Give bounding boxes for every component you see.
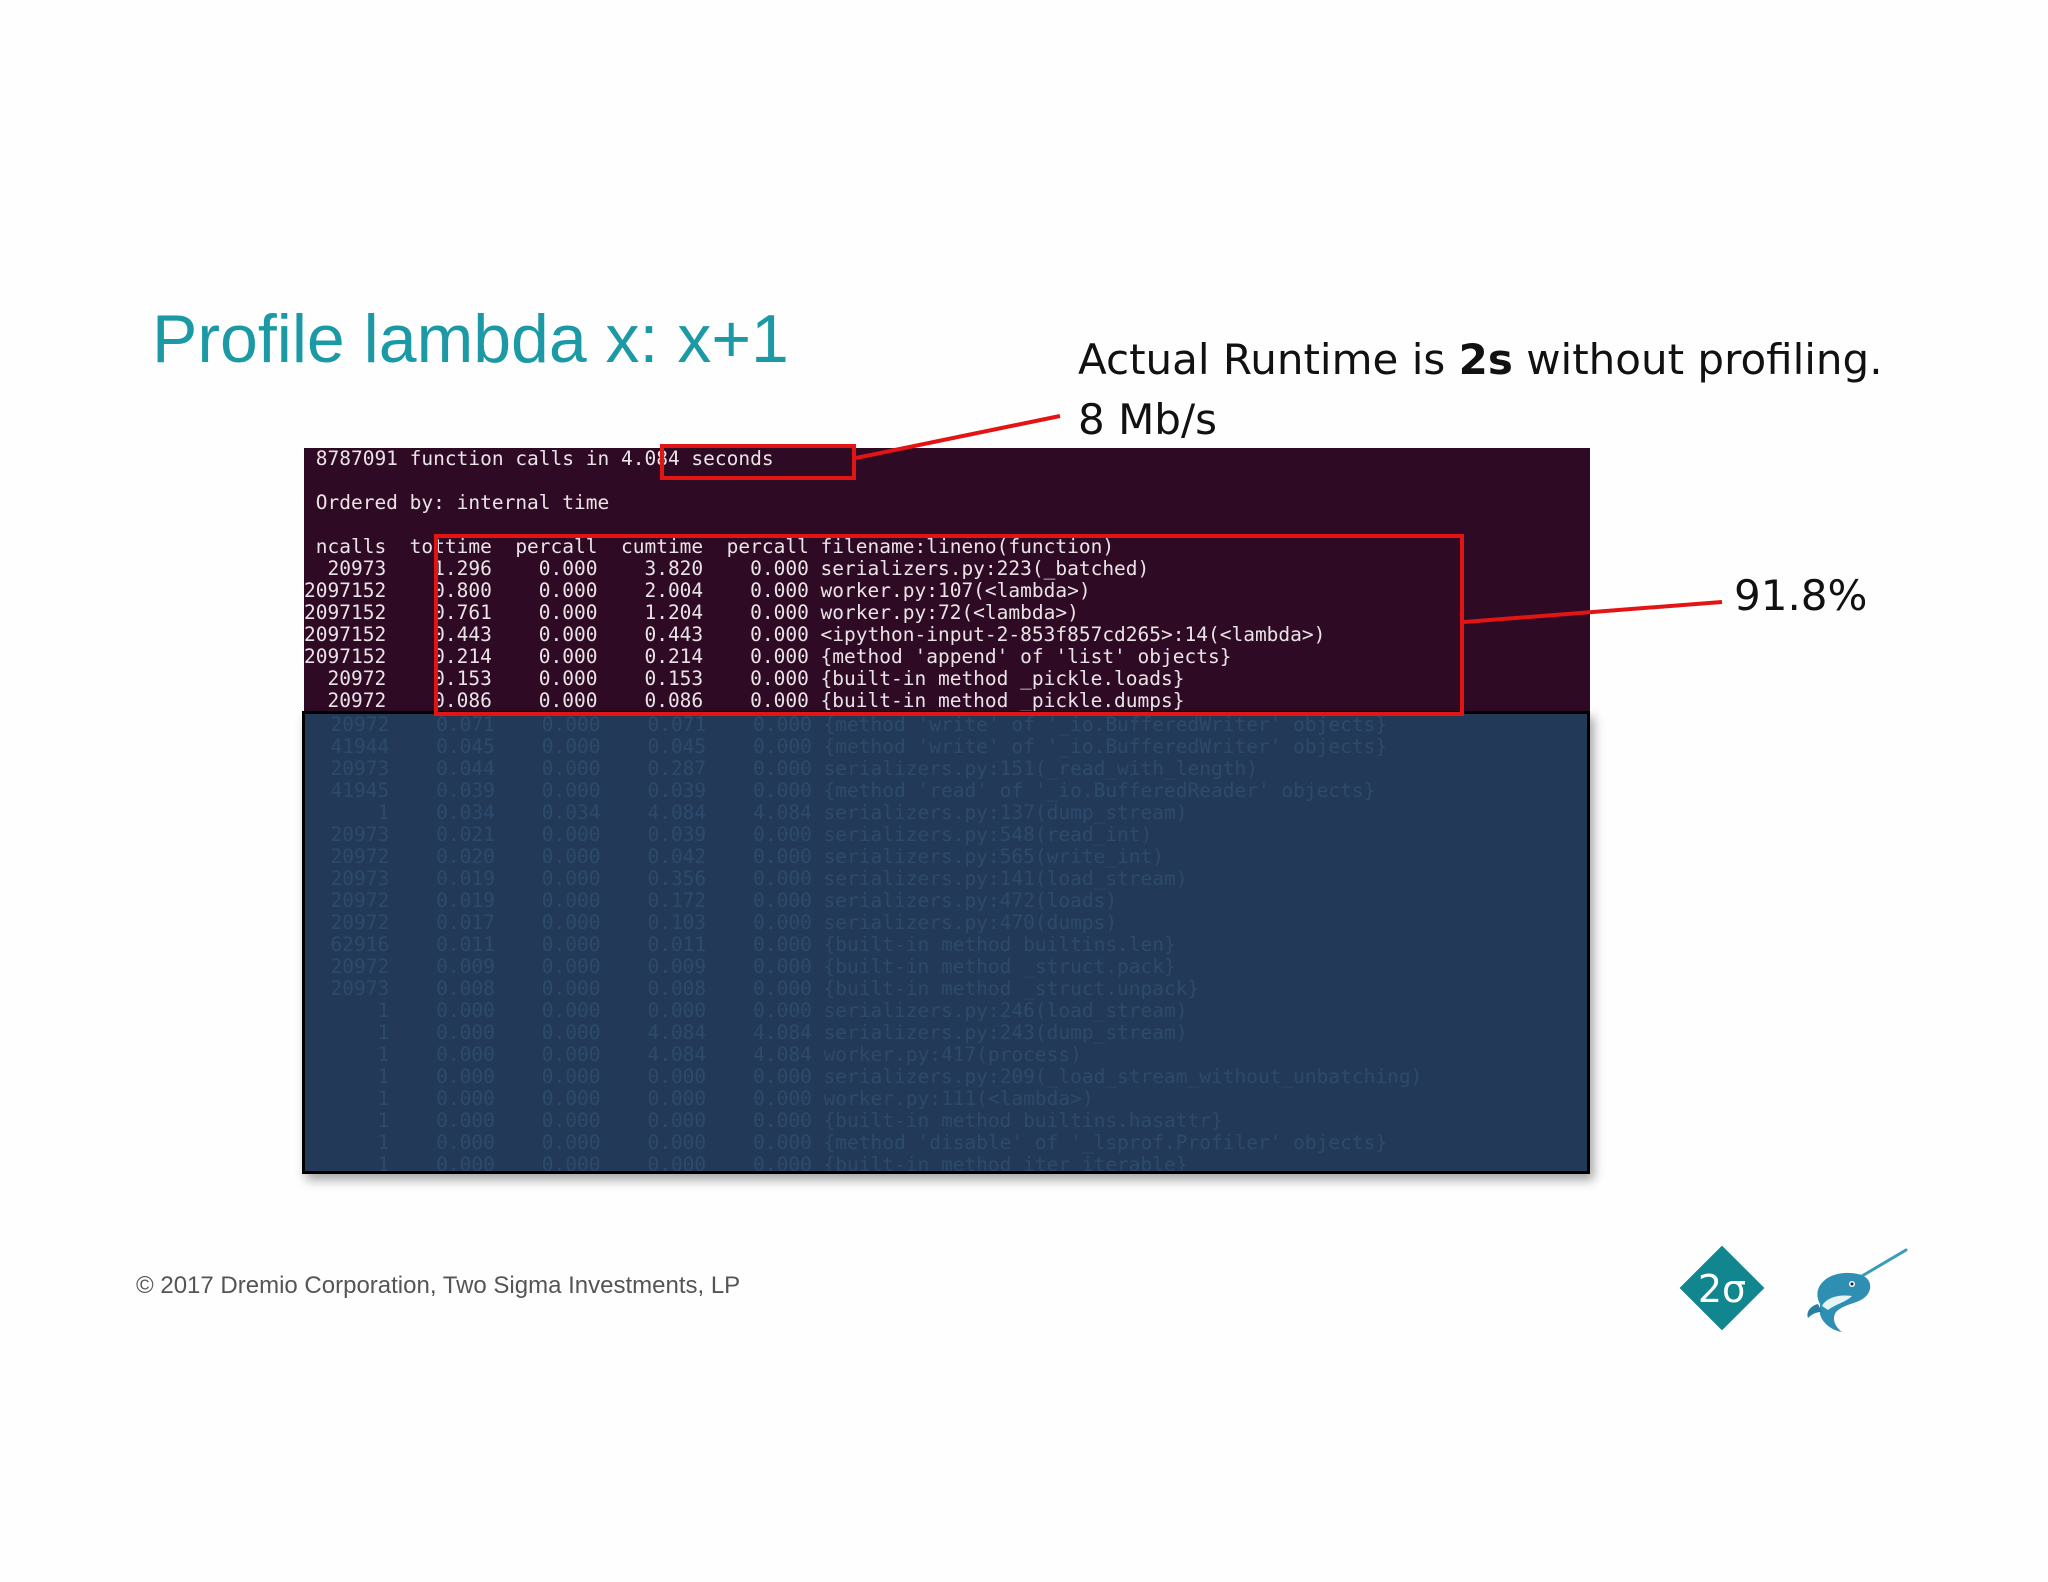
copyright-footer: © 2017 Dremio Corporation, Two Sigma Inv… [136,1272,741,1299]
runtime-connector-line [855,414,1061,460]
percent-connector-line [1463,600,1723,624]
narwhal-icon [1807,1248,1908,1332]
two-sigma-logo-text: 2σ [1697,1267,1747,1311]
connector-lines [855,414,1723,624]
